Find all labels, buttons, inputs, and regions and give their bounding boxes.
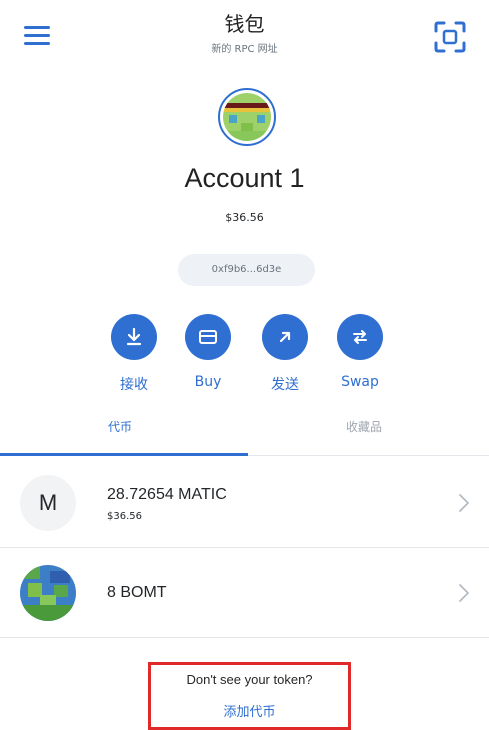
arrow-up-right-icon <box>262 314 308 360</box>
add-token-prompt: Don't see your token? 添加代币 <box>148 662 351 730</box>
token-row-bomt[interactable]: 8 BOMT <box>0 548 489 638</box>
swap-label: Swap <box>341 374 379 390</box>
send-label: 发送 <box>271 377 299 393</box>
add-token-link[interactable]: 添加代币 <box>151 701 348 720</box>
qr-scan-icon[interactable] <box>433 20 467 54</box>
token-amount: 28.72654 MATIC <box>107 486 227 503</box>
account-balance: $36.56 <box>225 211 264 224</box>
token-amount: 8 BOMT <box>107 584 167 601</box>
buy-label: Buy <box>194 374 222 390</box>
account-avatar[interactable] <box>218 88 276 146</box>
account-name[interactable]: Account 1 <box>0 163 489 194</box>
page-title: 钱包 <box>224 12 265 36</box>
receive-button[interactable]: 接收 <box>99 314 169 394</box>
bomt-token-icon <box>20 565 76 621</box>
buy-button[interactable]: Buy <box>173 314 243 390</box>
missing-token-text: Don't see your token? <box>186 672 313 687</box>
swap-icon <box>337 314 383 360</box>
download-icon <box>111 314 157 360</box>
matic-token-icon: M <box>20 475 76 531</box>
network-subtitle[interactable]: 新的 RPC 网址 <box>0 40 489 55</box>
identicon-icon <box>223 93 271 141</box>
send-button[interactable]: 发送 <box>250 314 320 394</box>
action-bar: 接收 Buy 发送 Swap <box>0 314 489 394</box>
tab-active-indicator <box>0 453 248 456</box>
chevron-right-icon <box>457 580 471 606</box>
chevron-right-icon <box>457 490 471 516</box>
token-fiat-value: $36.56 <box>107 511 142 522</box>
card-icon <box>185 314 231 360</box>
receive-label: 接收 <box>120 377 148 393</box>
header: 钱包 新的 RPC 网址 <box>0 0 489 70</box>
tab-tokens[interactable]: 代币 <box>108 418 132 435</box>
asset-tabs: 代币 收藏品 <box>0 410 489 460</box>
swap-button[interactable]: Swap <box>325 314 395 390</box>
tab-collectibles[interactable]: 收藏品 <box>346 418 382 435</box>
account-address-button[interactable]: 0xf9b6...6d3e <box>178 254 315 286</box>
token-row-matic[interactable]: M 28.72654 MATIC $36.56 <box>0 458 489 548</box>
